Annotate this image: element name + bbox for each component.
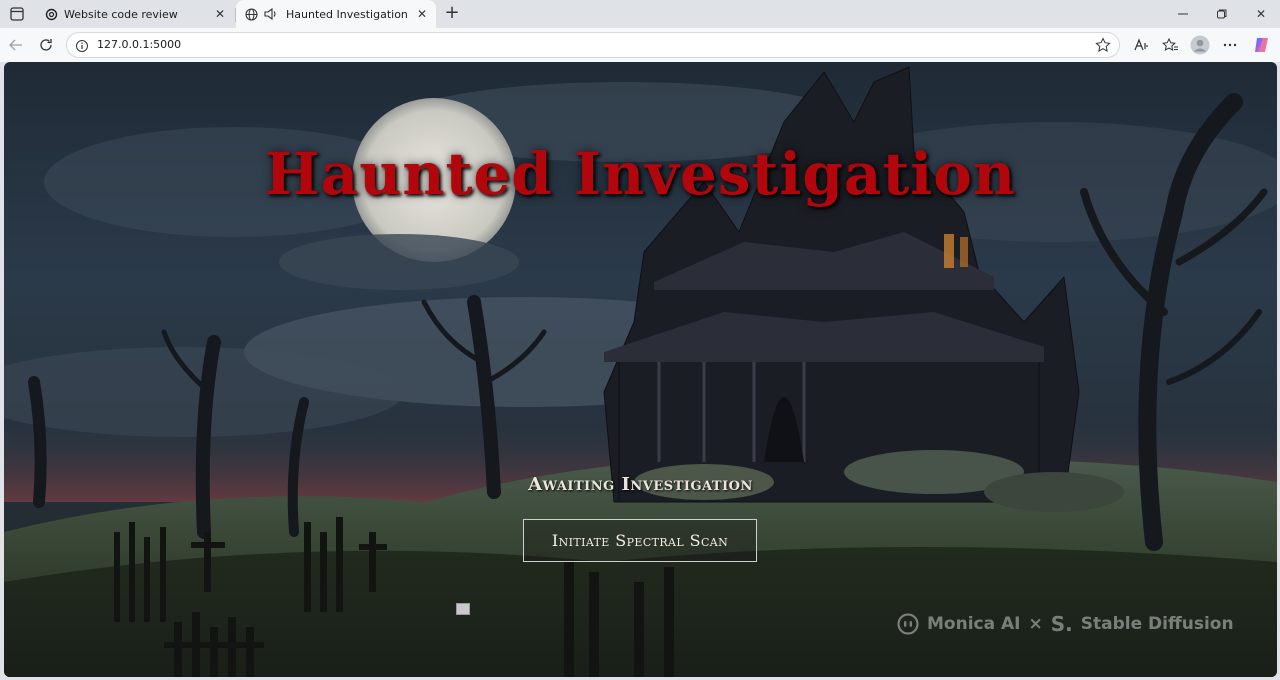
read-aloud-icon[interactable] xyxy=(1131,35,1151,55)
address-bar[interactable]: 127.0.0.1:5000 xyxy=(66,32,1120,58)
star-icon[interactable] xyxy=(1095,37,1111,53)
reload-icon[interactable] xyxy=(36,35,56,55)
page-viewport: Haunted Investigation Awaiting Investiga… xyxy=(4,62,1277,677)
tab-title: Website code review xyxy=(64,7,178,21)
tab-actions-icon[interactable] xyxy=(8,5,26,23)
info-icon[interactable] xyxy=(75,38,89,52)
favorites-icon[interactable] xyxy=(1160,35,1180,55)
browser-toolbar: 127.0.0.1:5000 xyxy=(0,28,1280,62)
initiate-spectral-scan-button[interactable]: Initiate Spectral Scan xyxy=(523,519,757,562)
back-arrow-icon[interactable] xyxy=(6,35,26,55)
page-title: Haunted Investigation xyxy=(264,140,1017,208)
close-icon[interactable]: ✕ xyxy=(212,6,228,22)
close-icon[interactable]: ✕ xyxy=(414,6,430,22)
minimize-icon[interactable] xyxy=(1172,4,1194,24)
watermark-brand-a: Monica AI xyxy=(927,614,1021,634)
watermark-s-mark: S. xyxy=(1050,612,1073,636)
broken-image-icon xyxy=(456,603,470,615)
chatgpt-favicon-icon xyxy=(44,7,58,21)
tab-title: Haunted Investigation xyxy=(286,7,408,21)
window-close-icon[interactable]: ✕ xyxy=(1250,4,1272,24)
speaker-icon[interactable] xyxy=(264,7,278,21)
plus-icon[interactable]: + xyxy=(442,4,462,24)
maximize-icon[interactable] xyxy=(1211,4,1233,24)
monica-logo-icon xyxy=(897,613,919,635)
address-url: 127.0.0.1:5000 xyxy=(97,38,182,51)
watermark-brand-b: Stable Diffusion xyxy=(1080,614,1234,634)
more-icon[interactable] xyxy=(1220,35,1240,55)
watermark-separator: × xyxy=(1028,614,1043,634)
profile-avatar-icon[interactable] xyxy=(1190,35,1210,55)
tab-haunted-investigation[interactable]: Haunted Investigation ✕ xyxy=(236,0,436,28)
investigation-status: Awaiting Investigation xyxy=(528,474,753,495)
copilot-icon[interactable] xyxy=(1252,35,1272,55)
tab-website-code-review[interactable]: Website code review ✕ xyxy=(36,0,234,28)
globe-icon xyxy=(244,7,258,21)
tab-bar: Website code review ✕ Haunted Investigat… xyxy=(0,0,1280,28)
watermark: Monica AI × S. Stable Diffusion xyxy=(897,610,1234,638)
